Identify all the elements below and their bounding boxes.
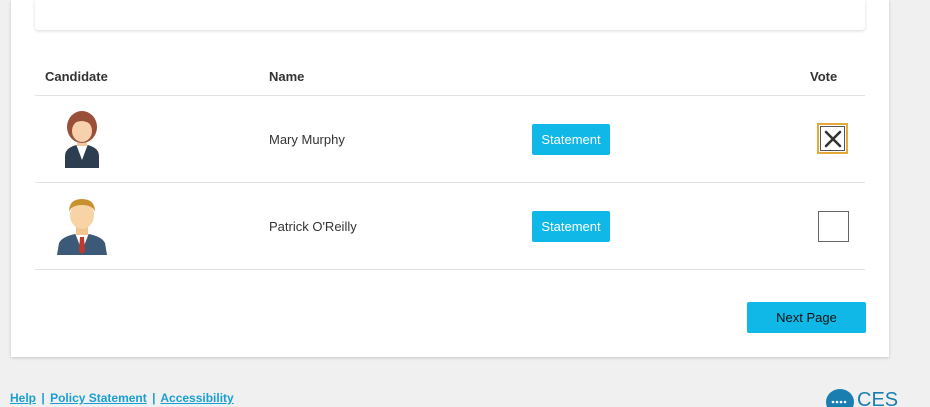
statement-button[interactable]: Statement [532,124,610,155]
female-avatar-icon [65,111,99,168]
header-candidate: Candidate [45,69,108,84]
logo-text: CES [857,389,899,407]
footer-links: Help | Policy Statement | Accessibility [10,391,234,405]
x-mark-icon [824,130,841,147]
ces-logo: CES [825,387,898,407]
top-panel [35,0,865,30]
vote-checkbox[interactable] [817,123,848,154]
policy-statement-link[interactable]: Policy Statement [50,391,147,405]
help-link[interactable]: Help [10,391,36,405]
vote-checkbox-inner [820,126,845,151]
footer-separator: | [41,391,45,405]
header-name: Name [269,69,305,84]
accessibility-link[interactable]: Accessibility [160,391,233,405]
vote-checkbox[interactable] [818,211,849,242]
statement-button[interactable]: Statement [532,211,610,242]
header-vote: Vote [810,69,838,84]
header-divider [35,95,865,96]
footer-separator: | [152,391,156,405]
candidate-name: Mary Murphy [269,132,345,147]
row-divider [35,182,865,183]
male-avatar-icon [57,199,107,255]
next-page-button[interactable]: Next Page [747,302,866,333]
logo-emblem-icon [826,389,854,407]
candidate-name: Patrick O'Reilly [269,219,357,234]
row-divider [35,269,865,270]
